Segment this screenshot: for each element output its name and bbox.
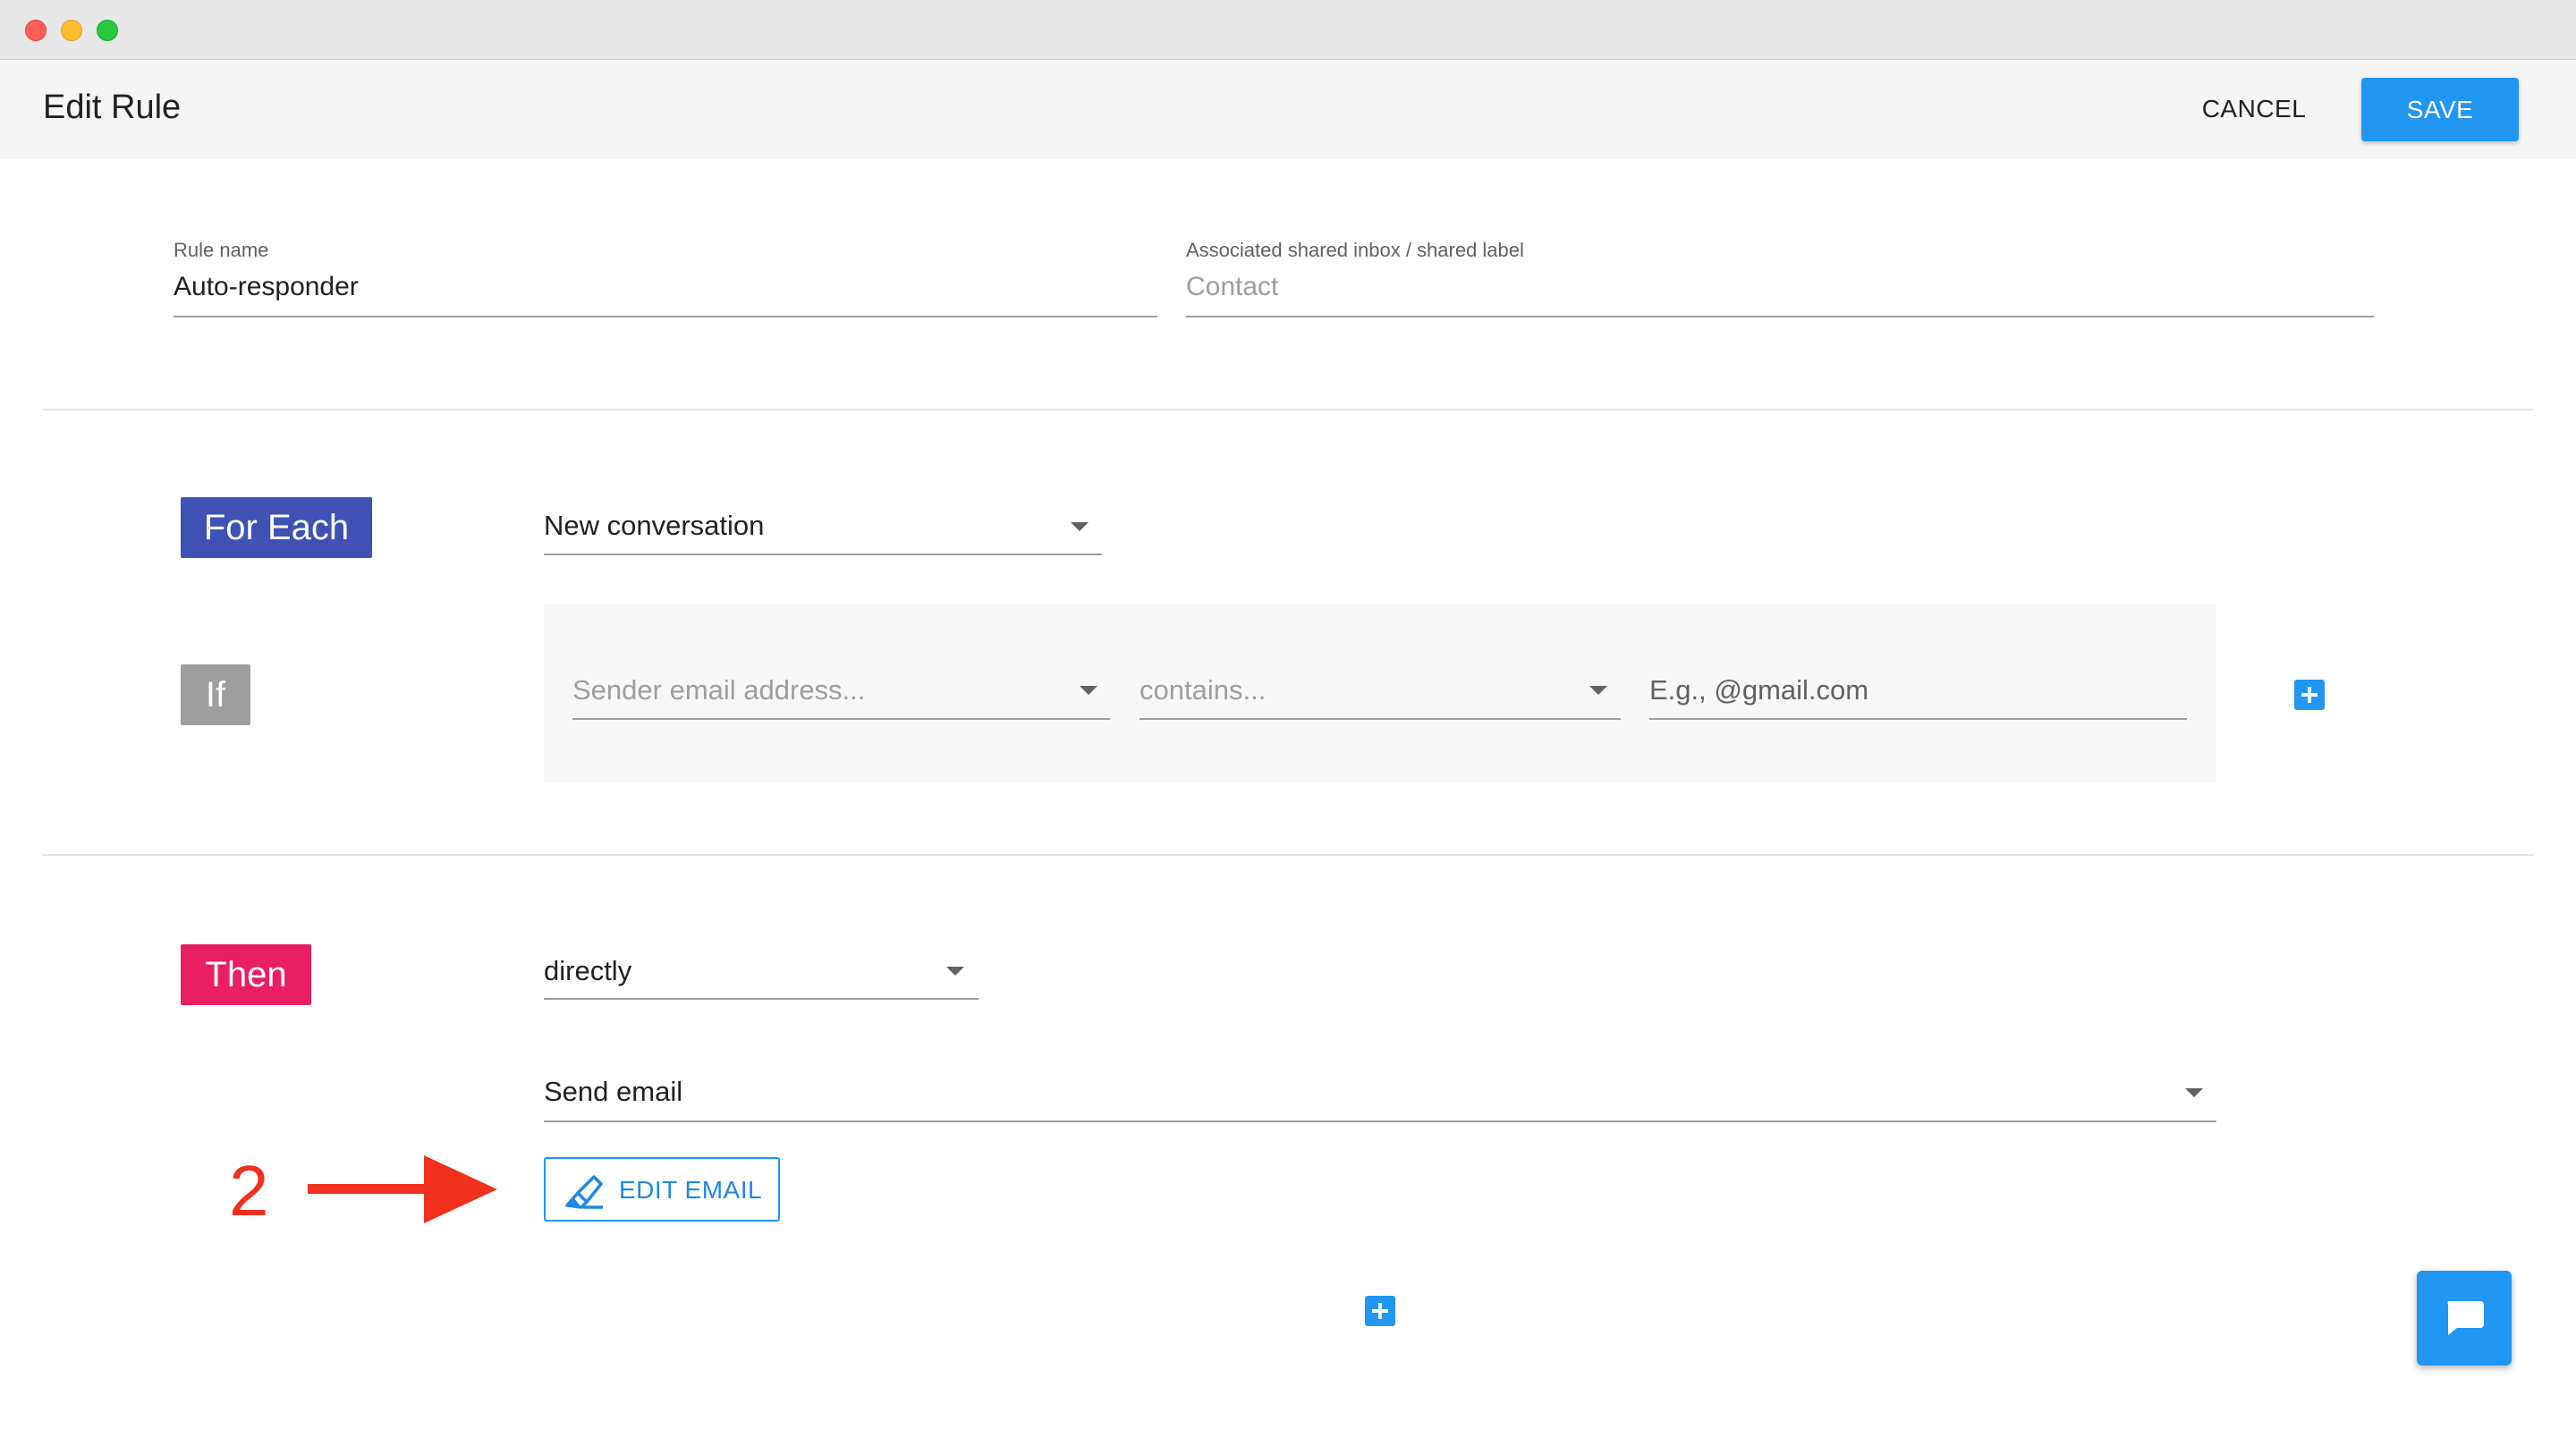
close-window-button[interactable] <box>25 20 47 41</box>
chat-button[interactable] <box>2417 1271 2512 1366</box>
associated-inbox-label: Associated shared inbox / shared label <box>1186 239 1524 261</box>
action-select-underline <box>544 1120 2216 1122</box>
page-title: Edit Rule <box>43 89 182 126</box>
if-tag: If <box>181 664 250 725</box>
add-condition-button[interactable] <box>2294 680 2325 710</box>
minimize-window-button[interactable] <box>61 20 82 41</box>
chevron-down-icon[interactable] <box>1071 522 1089 531</box>
rule-name-value[interactable]: Auto-responder <box>174 272 359 302</box>
timing-select-underline <box>544 998 979 1000</box>
section-divider <box>43 854 2533 856</box>
page-header: Edit Rule CANCEL SAVE <box>0 60 2576 159</box>
rule-name-label: Rule name <box>174 239 269 261</box>
step-number-annotation: 2 <box>229 1151 269 1230</box>
for-each-tag: For Each <box>181 497 372 558</box>
associated-inbox-input[interactable]: Contact <box>1186 272 1278 302</box>
associated-inbox-underline <box>1186 316 2374 317</box>
trigger-select-value[interactable]: New conversation <box>544 510 764 542</box>
edit-email-icon <box>565 1175 603 1209</box>
arrow-right-icon <box>308 1155 497 1223</box>
save-button[interactable]: SAVE <box>2361 78 2519 141</box>
chat-bubble-icon <box>2447 1301 2484 1335</box>
condition-field-underline <box>572 718 1110 720</box>
edit-email-label: EDIT EMAIL <box>619 1176 763 1204</box>
edit-email-button[interactable]: EDIT EMAIL <box>544 1157 780 1222</box>
condition-operator-underline <box>1140 718 1621 720</box>
window-titlebar <box>0 0 2576 60</box>
then-tag: Then <box>181 944 311 1005</box>
chevron-down-icon[interactable] <box>1589 686 1607 695</box>
trigger-select-underline <box>544 554 1102 555</box>
condition-operator-placeholder[interactable]: contains... <box>1140 674 1266 706</box>
chevron-down-icon[interactable] <box>946 967 964 976</box>
condition-field-placeholder[interactable]: Sender email address... <box>572 674 865 706</box>
timing-select-value[interactable]: directly <box>544 955 631 987</box>
chevron-down-icon[interactable] <box>1080 686 1097 695</box>
chevron-down-icon[interactable] <box>2185 1088 2203 1097</box>
condition-value-placeholder[interactable]: E.g., @gmail.com <box>1649 674 1868 706</box>
cancel-button[interactable]: CANCEL <box>2182 78 2326 140</box>
add-action-button[interactable] <box>1365 1296 1395 1326</box>
rule-name-underline <box>174 316 1157 317</box>
section-divider <box>43 409 2533 410</box>
zoom-window-button[interactable] <box>97 20 118 41</box>
action-select-value[interactable]: Send email <box>544 1076 682 1108</box>
condition-value-underline <box>1649 718 2187 720</box>
